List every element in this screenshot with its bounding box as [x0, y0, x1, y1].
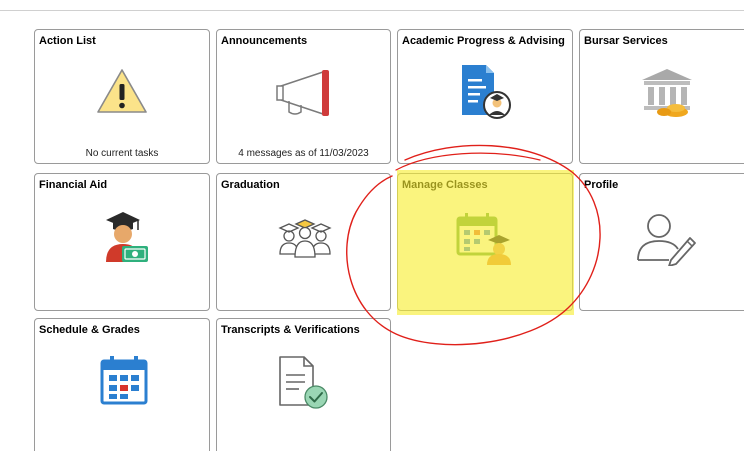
tile-action-list[interactable]: Action List No current tasks	[34, 29, 210, 164]
tile-status: 4 messages as of 11/03/2023	[238, 148, 369, 159]
tile-title: Financial Aid	[39, 179, 108, 191]
calendar-student-icon	[456, 213, 511, 265]
tile-title: Announcements	[221, 35, 308, 47]
tile-profile[interactable]: Profile	[579, 173, 744, 311]
tile-status: No current tasks	[85, 148, 159, 159]
tile-transcripts-verifications[interactable]: Transcripts & Verifications	[216, 318, 391, 451]
tile-schedule-grades[interactable]: Schedule & Grades	[34, 318, 210, 451]
tile-title: Academic Progress & Advising	[402, 35, 565, 47]
tile-title: Graduation	[221, 179, 280, 191]
tile-title: Schedule & Grades	[39, 324, 140, 336]
header-divider	[0, 10, 744, 11]
tile-title: Bursar Services	[584, 35, 668, 47]
tile-graduation[interactable]: Graduation	[216, 173, 391, 311]
graduate-money-icon	[106, 212, 148, 262]
tile-title: Action List	[39, 35, 96, 47]
tile-title: Manage Classes	[402, 179, 488, 191]
document-check-icon	[279, 356, 328, 409]
tile-manage-classes[interactable]: Manage Classes	[397, 173, 573, 311]
tile-title: Profile	[584, 179, 619, 191]
megaphone-icon	[276, 70, 329, 116]
bank-coins-icon	[642, 69, 692, 117]
tile-announcements[interactable]: Announcements 4 messages as of 11/03/202…	[216, 29, 391, 164]
tile-academic-progress[interactable]: Academic Progress & Advising	[397, 29, 573, 164]
graduates-group-icon	[278, 219, 332, 258]
document-graduate-icon	[462, 65, 511, 119]
tile-bursar-services[interactable]: Bursar Services	[579, 29, 744, 164]
tile-title: Transcripts & Verifications	[221, 324, 360, 336]
warning-icon	[97, 69, 147, 113]
calendar-icon	[100, 356, 148, 405]
person-edit-icon	[637, 214, 696, 266]
tile-financial-aid[interactable]: Financial Aid	[34, 173, 210, 311]
